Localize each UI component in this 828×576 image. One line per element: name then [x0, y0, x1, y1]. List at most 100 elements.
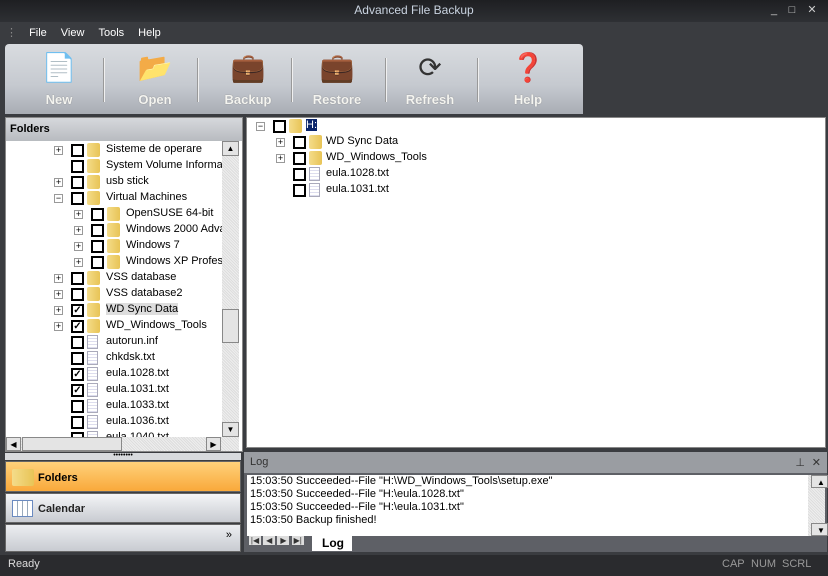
checkbox[interactable] — [71, 400, 84, 413]
expand-icon[interactable]: + — [276, 154, 285, 163]
expand-icon[interactable]: + — [74, 242, 83, 251]
scroll-down-button[interactable]: ▼ — [811, 523, 828, 536]
tree-row[interactable]: + Windows 2000 Advance — [6, 222, 222, 238]
tree-row[interactable]: eula.1036.txt — [6, 414, 222, 430]
scroll-left-button[interactable]: ◀ — [6, 437, 21, 451]
checkbox[interactable] — [71, 416, 84, 429]
checkbox[interactable]: ✓ — [71, 384, 84, 397]
checkbox[interactable] — [293, 136, 306, 149]
tree-row[interactable]: + Windows 7 — [6, 238, 222, 254]
tree-row[interactable]: eula.1031.txt — [247, 182, 825, 198]
checkbox[interactable] — [71, 160, 84, 173]
open-button[interactable]: 📂 Open — [115, 50, 195, 107]
first-tab-button[interactable]: |◀ — [249, 536, 261, 545]
tree-row[interactable]: chkdsk.txt — [6, 350, 222, 366]
checkbox[interactable] — [71, 288, 84, 301]
divider — [477, 58, 479, 102]
expand-icon[interactable]: + — [54, 322, 63, 331]
close-button[interactable]: ✕ — [804, 3, 820, 17]
checkbox[interactable] — [71, 272, 84, 285]
menu-view[interactable]: View — [54, 23, 92, 39]
expand-icon[interactable]: + — [74, 258, 83, 267]
more-buttons-icon[interactable]: » — [226, 529, 232, 541]
menu-tools[interactable]: Tools — [91, 23, 131, 39]
restore-button[interactable]: 💼 Restore — [297, 50, 377, 107]
vertical-scrollbar[interactable]: ▲ ▼ — [222, 141, 239, 437]
checkbox[interactable]: ✓ — [71, 368, 84, 381]
horizontal-scrollbar[interactable]: ◀ ▶ — [6, 437, 239, 451]
log-scrollbar[interactable]: ▲ ▼ — [808, 475, 828, 536]
tree-row[interactable]: − H: — [247, 118, 825, 134]
scroll-up-button[interactable]: ▲ — [811, 475, 828, 488]
checkbox[interactable]: ✓ — [71, 304, 84, 317]
checkbox[interactable] — [91, 208, 104, 221]
tree-row[interactable]: autorun.inf — [6, 334, 222, 350]
checkbox[interactable] — [71, 176, 84, 189]
menu-help[interactable]: Help — [131, 23, 168, 39]
nav-calendar[interactable]: Calendar — [5, 493, 241, 523]
checkbox[interactable] — [293, 184, 306, 197]
prev-tab-button[interactable]: ◀ — [263, 536, 276, 545]
scroll-down-button[interactable]: ▼ — [222, 422, 239, 437]
checkbox[interactable] — [91, 256, 104, 269]
tree-row[interactable]: eula.1028.txt — [247, 166, 825, 182]
checkbox[interactable] — [71, 144, 84, 157]
tree-label: Virtual Machines — [106, 191, 188, 203]
expand-icon[interactable]: + — [74, 210, 83, 219]
tree-row[interactable]: + Windows XP Professiona — [6, 254, 222, 270]
scroll-right-button[interactable]: ▶ — [206, 437, 221, 451]
minimize-button[interactable]: _ — [766, 3, 782, 17]
log-close-button[interactable]: ✕ — [812, 456, 821, 469]
checkbox[interactable] — [293, 152, 306, 165]
tree-row[interactable]: + VSS database — [6, 270, 222, 286]
tree-row[interactable]: eula.1033.txt — [6, 398, 222, 414]
menu-file[interactable]: File — [22, 23, 54, 39]
refresh-button[interactable]: ⟳ Refresh — [390, 50, 470, 107]
help-button[interactable]: ❓ Help — [488, 50, 568, 107]
expand-icon[interactable]: + — [276, 138, 285, 147]
nav-folders[interactable]: Folders — [5, 461, 241, 492]
tree-row[interactable]: eula.1040.txt — [6, 430, 222, 437]
tree-row[interactable]: − Virtual Machines — [6, 190, 222, 206]
tree-row[interactable]: + Sisteme de operare — [6, 142, 222, 158]
tree-row[interactable]: + VSS database2 — [6, 286, 222, 302]
expand-icon[interactable]: + — [54, 274, 63, 283]
new-button[interactable]: 📄 New — [19, 50, 99, 107]
checkbox[interactable] — [71, 192, 84, 205]
tree-label: eula.1028.txt — [326, 167, 389, 179]
expand-icon[interactable]: + — [54, 290, 63, 299]
tree-row[interactable]: ✓ eula.1031.txt — [6, 382, 222, 398]
checkbox[interactable] — [71, 336, 84, 349]
maximize-button[interactable]: □ — [784, 3, 800, 17]
tree-row[interactable]: + usb stick — [6, 174, 222, 190]
checkbox[interactable] — [293, 168, 306, 181]
scroll-thumb[interactable] — [222, 309, 239, 343]
tree-row[interactable]: + WD_Windows_Tools — [247, 150, 825, 166]
collapse-icon[interactable]: − — [256, 122, 265, 131]
backup-button[interactable]: 💼 Backup — [208, 50, 288, 107]
splitter-handle[interactable]: •••••••• — [5, 452, 241, 460]
expand-icon[interactable]: + — [54, 146, 63, 155]
pin-icon[interactable]: ⊥ — [795, 456, 805, 469]
log-panel: Log ⊥ ✕ 15:03:50 Succeeded--File "H:\WD_… — [244, 452, 828, 552]
checkbox[interactable] — [273, 120, 286, 133]
expand-icon[interactable]: + — [74, 226, 83, 235]
checkbox[interactable] — [91, 224, 104, 237]
tree-row[interactable]: + OpenSUSE 64-bit — [6, 206, 222, 222]
checkbox[interactable] — [91, 240, 104, 253]
checkbox[interactable]: ✓ — [71, 320, 84, 333]
collapse-icon[interactable]: − — [54, 194, 63, 203]
tree-row[interactable]: ✓ eula.1028.txt — [6, 366, 222, 382]
expand-icon[interactable]: + — [54, 178, 63, 187]
expand-icon[interactable]: + — [54, 306, 63, 315]
tree-row[interactable]: + WD Sync Data — [247, 134, 825, 150]
scroll-up-button[interactable]: ▲ — [222, 141, 239, 156]
log-tab[interactable]: Log — [312, 536, 352, 551]
checkbox[interactable] — [71, 352, 84, 365]
next-tab-button[interactable]: ▶ — [277, 536, 290, 545]
hscroll-thumb[interactable] — [22, 437, 122, 451]
last-tab-button[interactable]: ▶| — [291, 536, 304, 545]
tree-row[interactable]: + ✓ WD_Windows_Tools — [6, 318, 222, 334]
tree-row[interactable]: System Volume Information — [6, 158, 222, 174]
tree-row[interactable]: + ✓ WD Sync Data — [6, 302, 222, 318]
